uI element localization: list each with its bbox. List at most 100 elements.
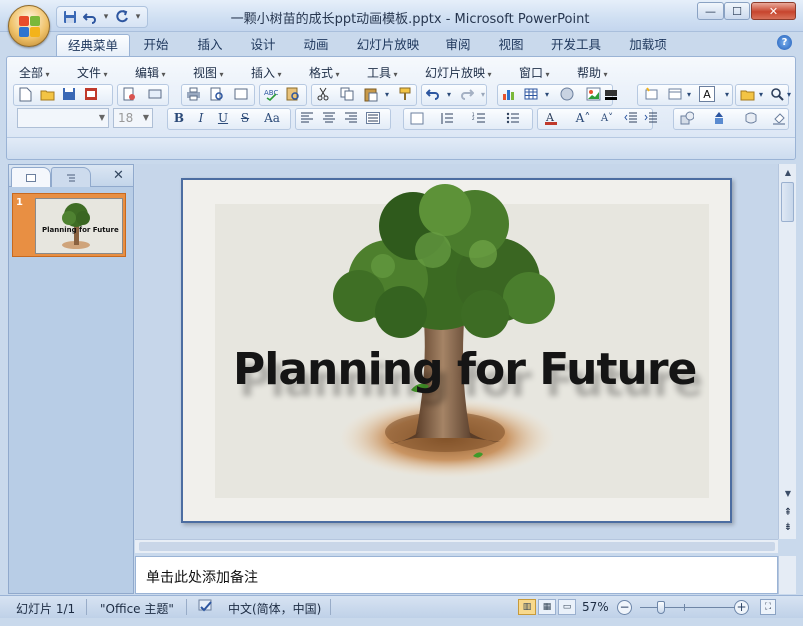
change-case-icon[interactable]: Aa <box>259 108 285 128</box>
undo-icon[interactable] <box>81 8 99 26</box>
textbox-dropdown-icon[interactable]: ▾ <box>717 84 737 104</box>
bullets-icon[interactable] <box>503 108 523 128</box>
shape-fill-icon[interactable] <box>769 108 789 128</box>
save-icon[interactable] <box>59 84 79 104</box>
open-folder-icon[interactable] <box>37 84 57 104</box>
menu-all[interactable]: 全部 <box>19 64 50 81</box>
clipart-icon[interactable] <box>557 84 577 104</box>
permission-icon[interactable] <box>119 84 139 104</box>
tab-slideshow[interactable]: 幻灯片放映 <box>350 34 426 56</box>
align-right-icon[interactable] <box>341 108 361 128</box>
zoom-slider-thumb[interactable] <box>657 601 665 614</box>
save-as-pdf-icon[interactable] <box>81 84 101 104</box>
notes-placeholder[interactable]: 单击此处添加备注 <box>146 567 258 587</box>
normal-view-icon[interactable]: ▥ <box>518 599 536 615</box>
research-icon[interactable] <box>283 84 303 104</box>
shrink-font-icon[interactable]: A˅ <box>597 108 617 128</box>
redo-icon[interactable] <box>113 8 131 26</box>
zoom-in-icon[interactable]: + <box>734 600 749 615</box>
chart-icon[interactable] <box>499 84 519 104</box>
tab-review[interactable]: 审阅 <box>438 34 478 56</box>
cut-icon[interactable] <box>313 84 333 104</box>
minimize-button[interactable]: — <box>697 2 724 20</box>
slide-thumbnail-selected[interactable]: 1 Planning for Future <box>12 193 126 257</box>
new-document-icon[interactable] <box>15 84 35 104</box>
text-direction-icon[interactable] <box>407 108 427 128</box>
decrease-indent-icon[interactable] <box>621 108 641 128</box>
horizontal-scrollbar[interactable] <box>135 539 778 553</box>
language-indicator[interactable]: 中文(简体，中国) <box>228 600 321 617</box>
undo-dropdown-icon[interactable]: ▾ <box>439 84 459 104</box>
tab-design[interactable]: 设计 <box>243 34 283 56</box>
tab-developer[interactable]: 开发工具 <box>544 34 608 56</box>
align-left-icon[interactable] <box>297 108 317 128</box>
tab-animation[interactable]: 动画 <box>296 34 336 56</box>
bold-icon[interactable]: B <box>169 108 189 128</box>
tab-view[interactable]: 视图 <box>491 34 531 56</box>
menu-tools[interactable]: 工具 <box>367 64 398 81</box>
menu-view[interactable]: 视图 <box>193 64 224 81</box>
fill-color-icon[interactable] <box>601 84 621 104</box>
help-icon[interactable]: ? <box>777 35 792 50</box>
customize-qat-icon[interactable]: ▾ <box>133 12 143 22</box>
zoom-out-icon[interactable]: − <box>617 600 632 615</box>
notes-pane[interactable]: 单击此处添加备注 <box>135 556 778 594</box>
slide-thumbnail[interactable]: Planning for Future <box>35 198 123 254</box>
redo-dropdown-icon[interactable]: ▾ <box>473 84 493 104</box>
italic-icon[interactable]: I <box>191 108 211 128</box>
slide-sorter-view-icon[interactable]: ▦ <box>538 599 556 615</box>
new-slide-icon[interactable] <box>641 84 661 104</box>
font-size-combo[interactable]: 18 ▼ <box>113 108 153 128</box>
justify-icon[interactable] <box>363 108 383 128</box>
font-name-combo[interactable]: ▼ <box>17 108 109 128</box>
menu-window[interactable]: 窗口 <box>519 64 550 81</box>
print-icon[interactable] <box>183 84 203 104</box>
tab-home[interactable]: 开始 <box>136 34 176 56</box>
shadow-icon[interactable]: S <box>235 108 255 128</box>
menu-file[interactable]: 文件 <box>77 64 108 81</box>
format-painter-icon[interactable] <box>395 84 415 104</box>
notes-scrollbar[interactable] <box>778 556 796 594</box>
fit-to-window-icon[interactable]: ⛶ <box>760 599 776 615</box>
paste-dropdown-icon[interactable]: ▾ <box>377 84 397 104</box>
slideshow-view-icon[interactable]: ▭ <box>558 599 576 615</box>
menu-format[interactable]: 格式 <box>309 64 340 81</box>
find-dropdown-icon[interactable]: ▾ <box>779 84 799 104</box>
theme-name[interactable]: "Office 主题" <box>100 600 174 617</box>
align-center-icon[interactable] <box>319 108 339 128</box>
zoom-slider-track[interactable] <box>640 607 736 608</box>
layout-dropdown-icon[interactable]: ▾ <box>679 84 699 104</box>
tab-insert[interactable]: 插入 <box>190 34 230 56</box>
close-panel-button[interactable]: ✕ <box>113 168 124 183</box>
previous-slide-icon[interactable]: ⇞ <box>780 506 796 520</box>
numbering-icon[interactable]: 12 <box>469 108 489 128</box>
undo-dropdown-icon[interactable]: ▾ <box>101 12 111 22</box>
slide-title[interactable]: Planning for Future <box>233 344 697 395</box>
grow-font-icon[interactable]: A˄ <box>573 108 593 128</box>
next-slide-icon[interactable]: ⇟ <box>780 521 796 535</box>
tab-classic-menu[interactable]: 经典菜单 <box>56 34 130 56</box>
spelling-icon[interactable]: ABC <box>261 84 281 104</box>
scroll-down-icon[interactable]: ▼ <box>780 486 796 502</box>
menu-slideshow[interactable]: 幻灯片放映 <box>425 64 492 81</box>
menu-edit[interactable]: 编辑 <box>135 64 166 81</box>
line-spacing-icon[interactable] <box>437 108 457 128</box>
arrange-icon[interactable] <box>709 108 729 128</box>
textbox-icon[interactable]: A <box>699 86 715 102</box>
spell-check-icon[interactable] <box>196 598 214 617</box>
office-button[interactable] <box>8 5 50 47</box>
menu-insert[interactable]: 插入 <box>251 64 282 81</box>
maximize-button[interactable]: ☐ <box>724 2 750 20</box>
menu-help[interactable]: 帮助 <box>577 64 608 81</box>
zoom-level[interactable]: 57% <box>582 600 609 614</box>
increase-indent-icon[interactable] <box>641 108 661 128</box>
attach-icon[interactable] <box>145 84 165 104</box>
tab-addins[interactable]: 加载项 <box>622 34 674 56</box>
slide-canvas[interactable]: Planning for Future <box>181 178 732 523</box>
tab-outline[interactable] <box>51 167 91 187</box>
print-preview-icon[interactable] <box>207 84 227 104</box>
copy-icon[interactable] <box>337 84 357 104</box>
page-setup-icon[interactable] <box>231 84 251 104</box>
horizontal-scroll-thumb[interactable] <box>139 542 775 551</box>
save-icon[interactable] <box>61 8 79 26</box>
